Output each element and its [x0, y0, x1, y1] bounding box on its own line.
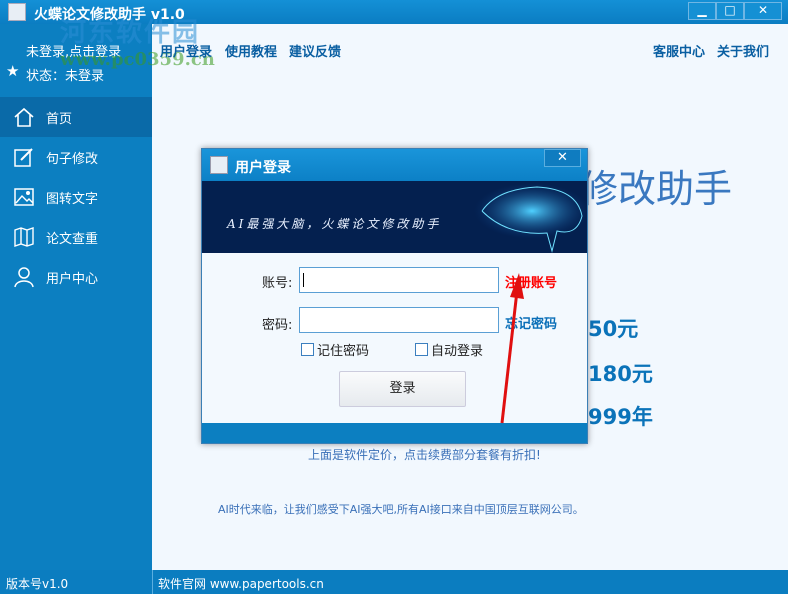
login-dialog: 用户登录 ✕ AI最强大脑，火蝶论文修改助手 账号: 注册账号 密码: 忘记密码… [201, 148, 588, 444]
sidebar-item-sentence-edit[interactable]: 句子修改 [0, 137, 152, 177]
header-link-tutorial[interactable]: 使用教程 [225, 41, 277, 60]
close-button[interactable]: ✕ [744, 2, 782, 20]
banner-text: AI最强大脑，火蝶论文修改助手 [227, 217, 442, 231]
sidebar-item-label: 首页 [46, 111, 73, 127]
sidebar: 未登录,点击登录 ★ 状态：未登录 首页 句子修改 图转文字 论文查重 用户中心 [0, 24, 152, 570]
account-input[interactable] [299, 267, 499, 293]
auto-login-checkbox[interactable]: 自动登录 [415, 340, 483, 359]
brain-image [474, 183, 587, 253]
remember-password-checkbox[interactable]: 记住密码 [301, 340, 369, 359]
edit-icon [12, 145, 36, 169]
star-icon: ★ [6, 62, 20, 80]
password-label: 密码: [262, 318, 293, 333]
sidebar-item-user-center[interactable]: 用户中心 [0, 257, 152, 297]
checkbox-label: 自动登录 [431, 344, 484, 359]
price-1[interactable]: 50元 [588, 313, 638, 343]
login-prompt[interactable]: 未登录,点击登录 [26, 41, 121, 60]
dialog-icon [210, 156, 228, 174]
price-3[interactable]: 999年 [588, 401, 653, 431]
window-title: 火蝶论文修改助手 v1.0 [34, 7, 185, 23]
website-link[interactable]: 软件官网 www.papertools.cn [158, 575, 324, 592]
sidebar-item-label: 句子修改 [46, 151, 99, 167]
checkbox-box [301, 343, 314, 356]
title-bar: 火蝶论文修改助手 v1.0 ▁ □ ✕ [0, 0, 788, 24]
dialog-title: 用户登录 [235, 160, 291, 176]
version-label: 版本号v1.0 [6, 577, 69, 591]
sidebar-item-label: 用户中心 [46, 271, 99, 287]
pricing-note: 上面是软件定价，点击续费部分套餐有折扣! [308, 448, 541, 462]
account-label: 账号: [262, 276, 293, 291]
map-icon [12, 225, 36, 249]
minimize-button[interactable]: ▁ [688, 2, 716, 20]
red-arrow-annotation [500, 273, 524, 424]
maximize-button[interactable]: □ [716, 2, 744, 20]
checkbox-label: 记住密码 [317, 344, 370, 359]
header-link-support[interactable]: 客服中心 [653, 41, 705, 60]
password-input[interactable] [299, 307, 499, 333]
image-icon [12, 185, 36, 209]
user-icon [12, 265, 36, 289]
header-link-about[interactable]: 关于我们 [717, 41, 769, 60]
sidebar-item-home[interactable]: 首页 [0, 97, 152, 137]
price-2[interactable]: 180元 [588, 358, 653, 388]
footer-note: AI时代来临，让我们感受下AI强大吧,所有AI接口来自中国顶层互联网公司。 [218, 503, 584, 516]
login-status: 状态：未登录 [26, 69, 105, 84]
header-link-login[interactable]: 用户登录 [160, 41, 212, 60]
header-link-feedback[interactable]: 建议反馈 [289, 41, 341, 60]
app-icon [8, 3, 26, 21]
divider [152, 570, 153, 594]
dialog-close-button[interactable]: ✕ [544, 149, 581, 167]
checkbox-box [415, 343, 428, 356]
main-title: 修改助手 [580, 167, 733, 211]
sidebar-item-image-to-text[interactable]: 图转文字 [0, 177, 152, 217]
dialog-title-bar: 用户登录 ✕ [202, 149, 587, 181]
dialog-banner: AI最强大脑，火蝶论文修改助手 [202, 181, 587, 253]
home-icon [12, 105, 36, 129]
status-bar: 版本号v1.0 软件官网 www.papertools.cn [0, 570, 788, 594]
login-button[interactable]: 登录 [339, 371, 466, 407]
sidebar-item-plagiarism-check[interactable]: 论文查重 [0, 217, 152, 257]
sidebar-item-label: 图转文字 [46, 191, 99, 207]
sidebar-item-label: 论文查重 [46, 231, 99, 247]
